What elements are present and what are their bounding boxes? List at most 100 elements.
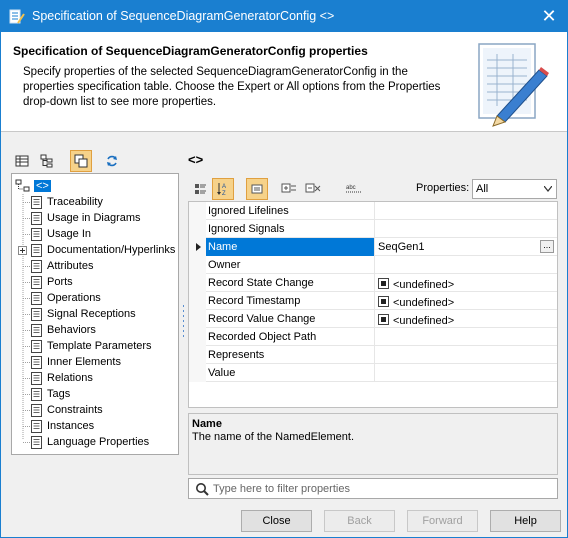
tree-item-label: Constraints	[47, 404, 103, 416]
tree-item-label: Operations	[47, 292, 101, 304]
spellcheck-button[interactable]: abc	[343, 178, 365, 200]
panel-splitter[interactable]	[182, 305, 185, 341]
property-name: Record Value Change	[208, 313, 316, 325]
specification-tree: <> Traceability Usage in Diagrams Usage In…	[11, 173, 179, 455]
sort-az-button[interactable]: A Z	[212, 178, 234, 200]
filter-input[interactable]	[213, 481, 543, 496]
checkbox[interactable]	[378, 278, 389, 289]
copy-button[interactable]	[70, 150, 92, 172]
property-value[interactable]	[374, 256, 557, 274]
collapse-button[interactable]	[246, 178, 268, 200]
document-icon	[31, 211, 42, 225]
property-value[interactable]	[374, 220, 557, 238]
tree-item[interactable]: Inner Elements	[18, 354, 121, 370]
categorize-button[interactable]	[189, 178, 211, 200]
tree-item-label: Documentation/Hyperlinks	[47, 244, 176, 256]
document-icon	[31, 339, 42, 353]
refresh-button[interactable]	[101, 150, 123, 172]
tree-item[interactable]: Operations	[18, 290, 101, 306]
tree-item[interactable]: Relations	[18, 370, 93, 386]
app-icon	[9, 9, 25, 24]
tree-item-label: Inner Elements	[47, 356, 121, 368]
tree-item[interactable]: Signal Receptions	[18, 306, 136, 322]
table-row[interactable]: Ignored Lifelines	[189, 202, 557, 220]
edit-value-button[interactable]: ...	[540, 240, 554, 253]
table-row[interactable]: Ignored Signals	[189, 220, 557, 238]
header-title: Specification of SequenceDiagramGenerato…	[13, 44, 368, 58]
left-toolbar	[11, 150, 181, 172]
table-row[interactable]: Represents	[189, 346, 557, 364]
expand-all-button[interactable]	[278, 178, 300, 200]
property-value[interactable]: SeqGen1...	[374, 238, 557, 256]
svg-text:Z: Z	[222, 191, 226, 196]
sort-az-icon: A Z	[217, 183, 226, 196]
property-name: Ignored Signals	[208, 223, 285, 235]
properties-dropdown[interactable]: All	[472, 179, 557, 199]
forward-button[interactable]: Forward	[407, 510, 478, 532]
property-value[interactable]	[374, 328, 557, 346]
property-value[interactable]	[374, 202, 557, 220]
property-value[interactable]: <undefined>	[374, 310, 557, 328]
table-row[interactable]: Value	[189, 364, 557, 382]
description-text: The name of the NamedElement.	[192, 431, 355, 443]
row-gutter	[189, 310, 206, 328]
tree-item[interactable]: Instances	[18, 418, 94, 434]
categorize-icon	[195, 184, 206, 194]
tree-item[interactable]: Language Properties	[18, 434, 149, 450]
table-row[interactable]: Name SeqGen1...	[189, 238, 557, 256]
tree-item[interactable]: Attributes	[18, 258, 93, 274]
expand-icon[interactable]	[18, 245, 27, 255]
tree-item-label: Language Properties	[47, 436, 150, 448]
copy-icon	[74, 154, 88, 168]
property-name: Ignored Lifelines	[208, 205, 289, 217]
document-icon	[31, 275, 42, 289]
back-button[interactable]: Back	[324, 510, 395, 532]
current-row-marker-icon	[196, 243, 201, 251]
table-row[interactable]: Record Timestamp <undefined>	[189, 292, 557, 310]
tree-item[interactable]: Template Parameters	[18, 338, 152, 354]
tree-item[interactable]: Tags	[18, 386, 70, 402]
tree-connector	[23, 441, 31, 443]
tree-connector	[23, 345, 31, 347]
table-row[interactable]: Record Value Change <undefined>	[189, 310, 557, 328]
tree-root-label: <>	[34, 180, 51, 192]
tree-connector	[23, 409, 31, 411]
tree-connector	[23, 201, 31, 203]
filter-box	[188, 478, 558, 499]
table-row[interactable]: Owner	[189, 256, 557, 274]
search-icon	[196, 483, 209, 496]
tree-connector	[23, 313, 31, 315]
row-gutter	[189, 346, 206, 364]
splitter-grip-icon	[183, 305, 184, 337]
tree-item-label: Usage In	[47, 228, 92, 240]
tree-connector	[23, 425, 31, 427]
collapse-all-button[interactable]	[302, 178, 324, 200]
tree-item-label: Template Parameters	[47, 340, 152, 352]
tree-item[interactable]: Usage In	[18, 226, 91, 242]
checkbox[interactable]	[378, 296, 389, 307]
property-value[interactable]	[374, 346, 557, 364]
checkbox[interactable]	[378, 314, 389, 325]
tree-item[interactable]: Constraints	[18, 402, 103, 418]
close-button[interactable]: Close	[241, 510, 312, 532]
property-name: Owner	[208, 259, 241, 271]
tree-view-button[interactable]	[36, 150, 58, 172]
document-icon	[31, 403, 42, 417]
tree-item[interactable]: Documentation/Hyperlinks	[18, 242, 175, 258]
row-gutter	[189, 202, 206, 220]
tree-item[interactable]: Behaviors	[18, 322, 96, 338]
property-value[interactable]: <undefined>	[374, 274, 557, 292]
tree-item[interactable]: Usage in Diagrams	[18, 210, 141, 226]
table-view-button[interactable]	[11, 150, 33, 172]
table-row[interactable]: Recorded Object Path	[189, 328, 557, 346]
property-value[interactable]: <undefined>	[374, 292, 557, 310]
row-gutter	[189, 328, 206, 346]
tree-item[interactable]: Ports	[18, 274, 73, 290]
tree-item-label: Relations	[47, 372, 93, 384]
tree-item[interactable]: Traceability	[18, 194, 103, 210]
close-window-button[interactable]: ✕	[536, 4, 562, 28]
dialog-header: Specification of SequenceDiagramGenerato…	[1, 32, 567, 132]
table-row[interactable]: Record State Change <undefined>	[189, 274, 557, 292]
property-value[interactable]	[374, 364, 557, 382]
help-button[interactable]: Help	[490, 510, 561, 532]
